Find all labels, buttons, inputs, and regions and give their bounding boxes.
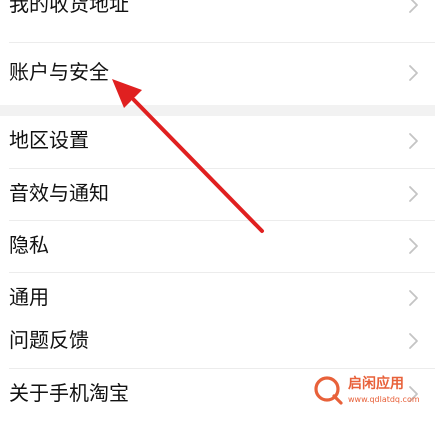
settings-group-general: 地区设置 音效与通知 隐私 通用 [0,116,435,326]
settings-screen: 我的收货地址 账户与安全 地区设置 音效与通知 隐私 通用 问题反馈 关于手机淘… [0,0,435,435]
chevron-right-icon [409,133,418,149]
settings-item-sound-notification[interactable]: 音效与通知 [0,169,435,219]
svg-text:www.qdlatdq.com: www.qdlatdq.com [348,395,420,404]
settings-group-account: 我的收货地址 账户与安全 [0,0,435,105]
watermark-logo: 启闲应用 www.qdlatdq.com [314,375,420,405]
divider [9,42,435,43]
settings-item-region[interactable]: 地区设置 [0,116,435,166]
chevron-right-icon [409,186,418,202]
chevron-right-icon [409,65,418,81]
settings-item-label: 问题反馈 [9,330,89,352]
settings-item-label: 我的收货地址 [9,0,129,16]
settings-item-feedback[interactable]: 问题反馈 [0,316,435,366]
settings-item-label: 账户与安全 [9,62,109,84]
chevron-right-icon [409,333,418,349]
settings-item-label: 隐私 [9,235,49,257]
svg-text:启闲应用: 启闲应用 [348,375,404,392]
chevron-right-icon [409,290,418,306]
settings-item-label: 关于手机淘宝 [9,383,129,405]
settings-item-label: 通用 [9,287,49,309]
settings-item-label: 音效与通知 [9,183,109,205]
settings-item-label: 地区设置 [9,130,89,152]
settings-item-shipping-address[interactable]: 我的收货地址 [0,0,435,30]
settings-item-privacy[interactable]: 隐私 [0,221,435,271]
chevron-right-icon [409,0,418,13]
settings-item-account-security[interactable]: 账户与安全 [0,48,435,98]
chevron-right-icon [409,238,418,254]
